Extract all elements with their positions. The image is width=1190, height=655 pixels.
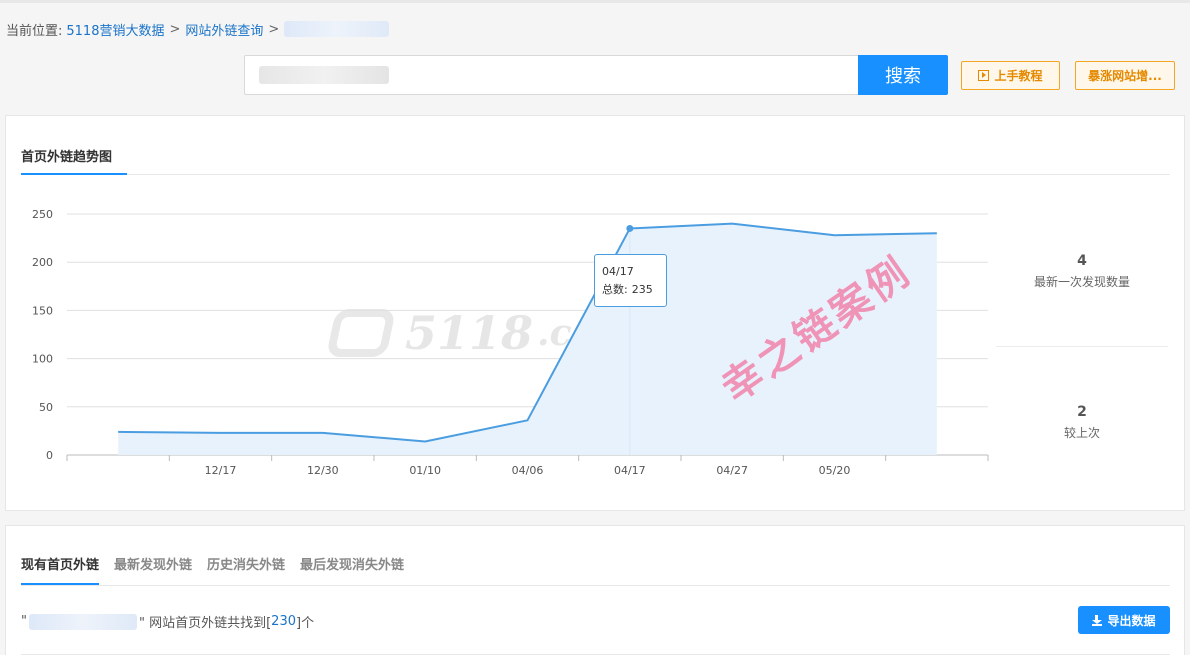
breadcrumb-link-5118[interactable]: 5118营销大数据 [66,20,164,39]
tab-current-links[interactable]: 现有首页外链 [21,554,100,585]
stat-divider [996,346,1168,347]
tutorial-button-label: 上手教程 [994,69,1043,83]
x-tick-label: 05/20 [819,464,851,477]
data-point [626,224,634,232]
download-icon [1092,614,1103,626]
search-button[interactable]: 搜索 [858,55,948,95]
y-tick-label: 100 [32,353,53,366]
tooltip-total: 总数: 235 [602,283,653,296]
search-input-blurred-value [259,66,389,84]
stat-latest-label: 最新一次发现数量 [1033,275,1130,289]
trend-panel: 首页外链趋势图 5118.com 05010015020025012/1712/… [5,115,1185,511]
y-tick-label: 50 [39,401,53,414]
tooltip-total-value: 235 [631,283,653,296]
breadcrumb-link-backlink-query[interactable]: 网站外链查询 [185,20,263,39]
x-tick-label: 04/27 [716,464,748,477]
tab-history-lost[interactable]: 历史消失外链 [207,554,285,585]
tooltip-date: 04/17 [602,265,634,278]
search-bar: 搜索 [244,55,948,95]
y-tick-label: 250 [32,208,53,221]
x-tick-label: 12/30 [307,464,339,477]
links-panel: 现有首页外链 最新发现外链 历史消失外链 最后发现消失外链 " " 网站首页外链… [5,525,1185,655]
stat-latest-count: 4 最新一次发现数量 [996,253,1168,290]
search-input[interactable] [244,55,858,95]
stat-compare-value: 2 [1077,404,1087,420]
site-name-blurred [28,613,137,630]
surge-sites-button[interactable]: 暴涨网站增... [1075,61,1175,90]
tab-newly-found[interactable]: 最新发现外链 [114,554,192,585]
stat-latest-value: 4 [1077,253,1087,269]
breadcrumb-separator: > [268,21,280,37]
tutorial-button[interactable]: 上手教程 [961,61,1060,90]
breadcrumb-separator: > [169,21,181,37]
links-tabs: 现有首页外链 最新发现外链 历史消失外链 最后发现消失外链 [21,554,419,585]
y-tick-label: 150 [32,304,53,317]
y-tick-label: 200 [32,256,53,269]
breadcrumb-current-blurred [284,21,390,37]
stat-compare-label: 较上次 [1063,426,1100,440]
export-button-label: 导出数据 [1107,613,1156,628]
top-border [0,0,1190,3]
links-count: 230 [271,614,296,629]
links-summary: " " 网站首页外链共找到[ 230 ]个 [21,613,315,631]
x-tick-label: 01/10 [409,464,441,477]
breadcrumb-prefix: 当前位置: [6,23,63,39]
x-tick-label: 04/06 [512,464,544,477]
stat-compare: 2 较上次 [996,404,1168,441]
tab-last-lost[interactable]: 最后发现消失外链 [300,554,404,585]
x-tick-label: 04/17 [614,464,646,477]
breadcrumb: 当前位置: 5118营销大数据 > 网站外链查询 > [6,20,390,39]
export-data-button[interactable]: 导出数据 [1078,606,1170,634]
chart-tooltip: 04/17 总数: 235 [594,254,667,307]
y-tick-label: 0 [46,449,53,462]
play-icon [978,70,990,81]
tabs-divider [21,585,1170,586]
x-tick-label: 12/17 [205,464,237,477]
